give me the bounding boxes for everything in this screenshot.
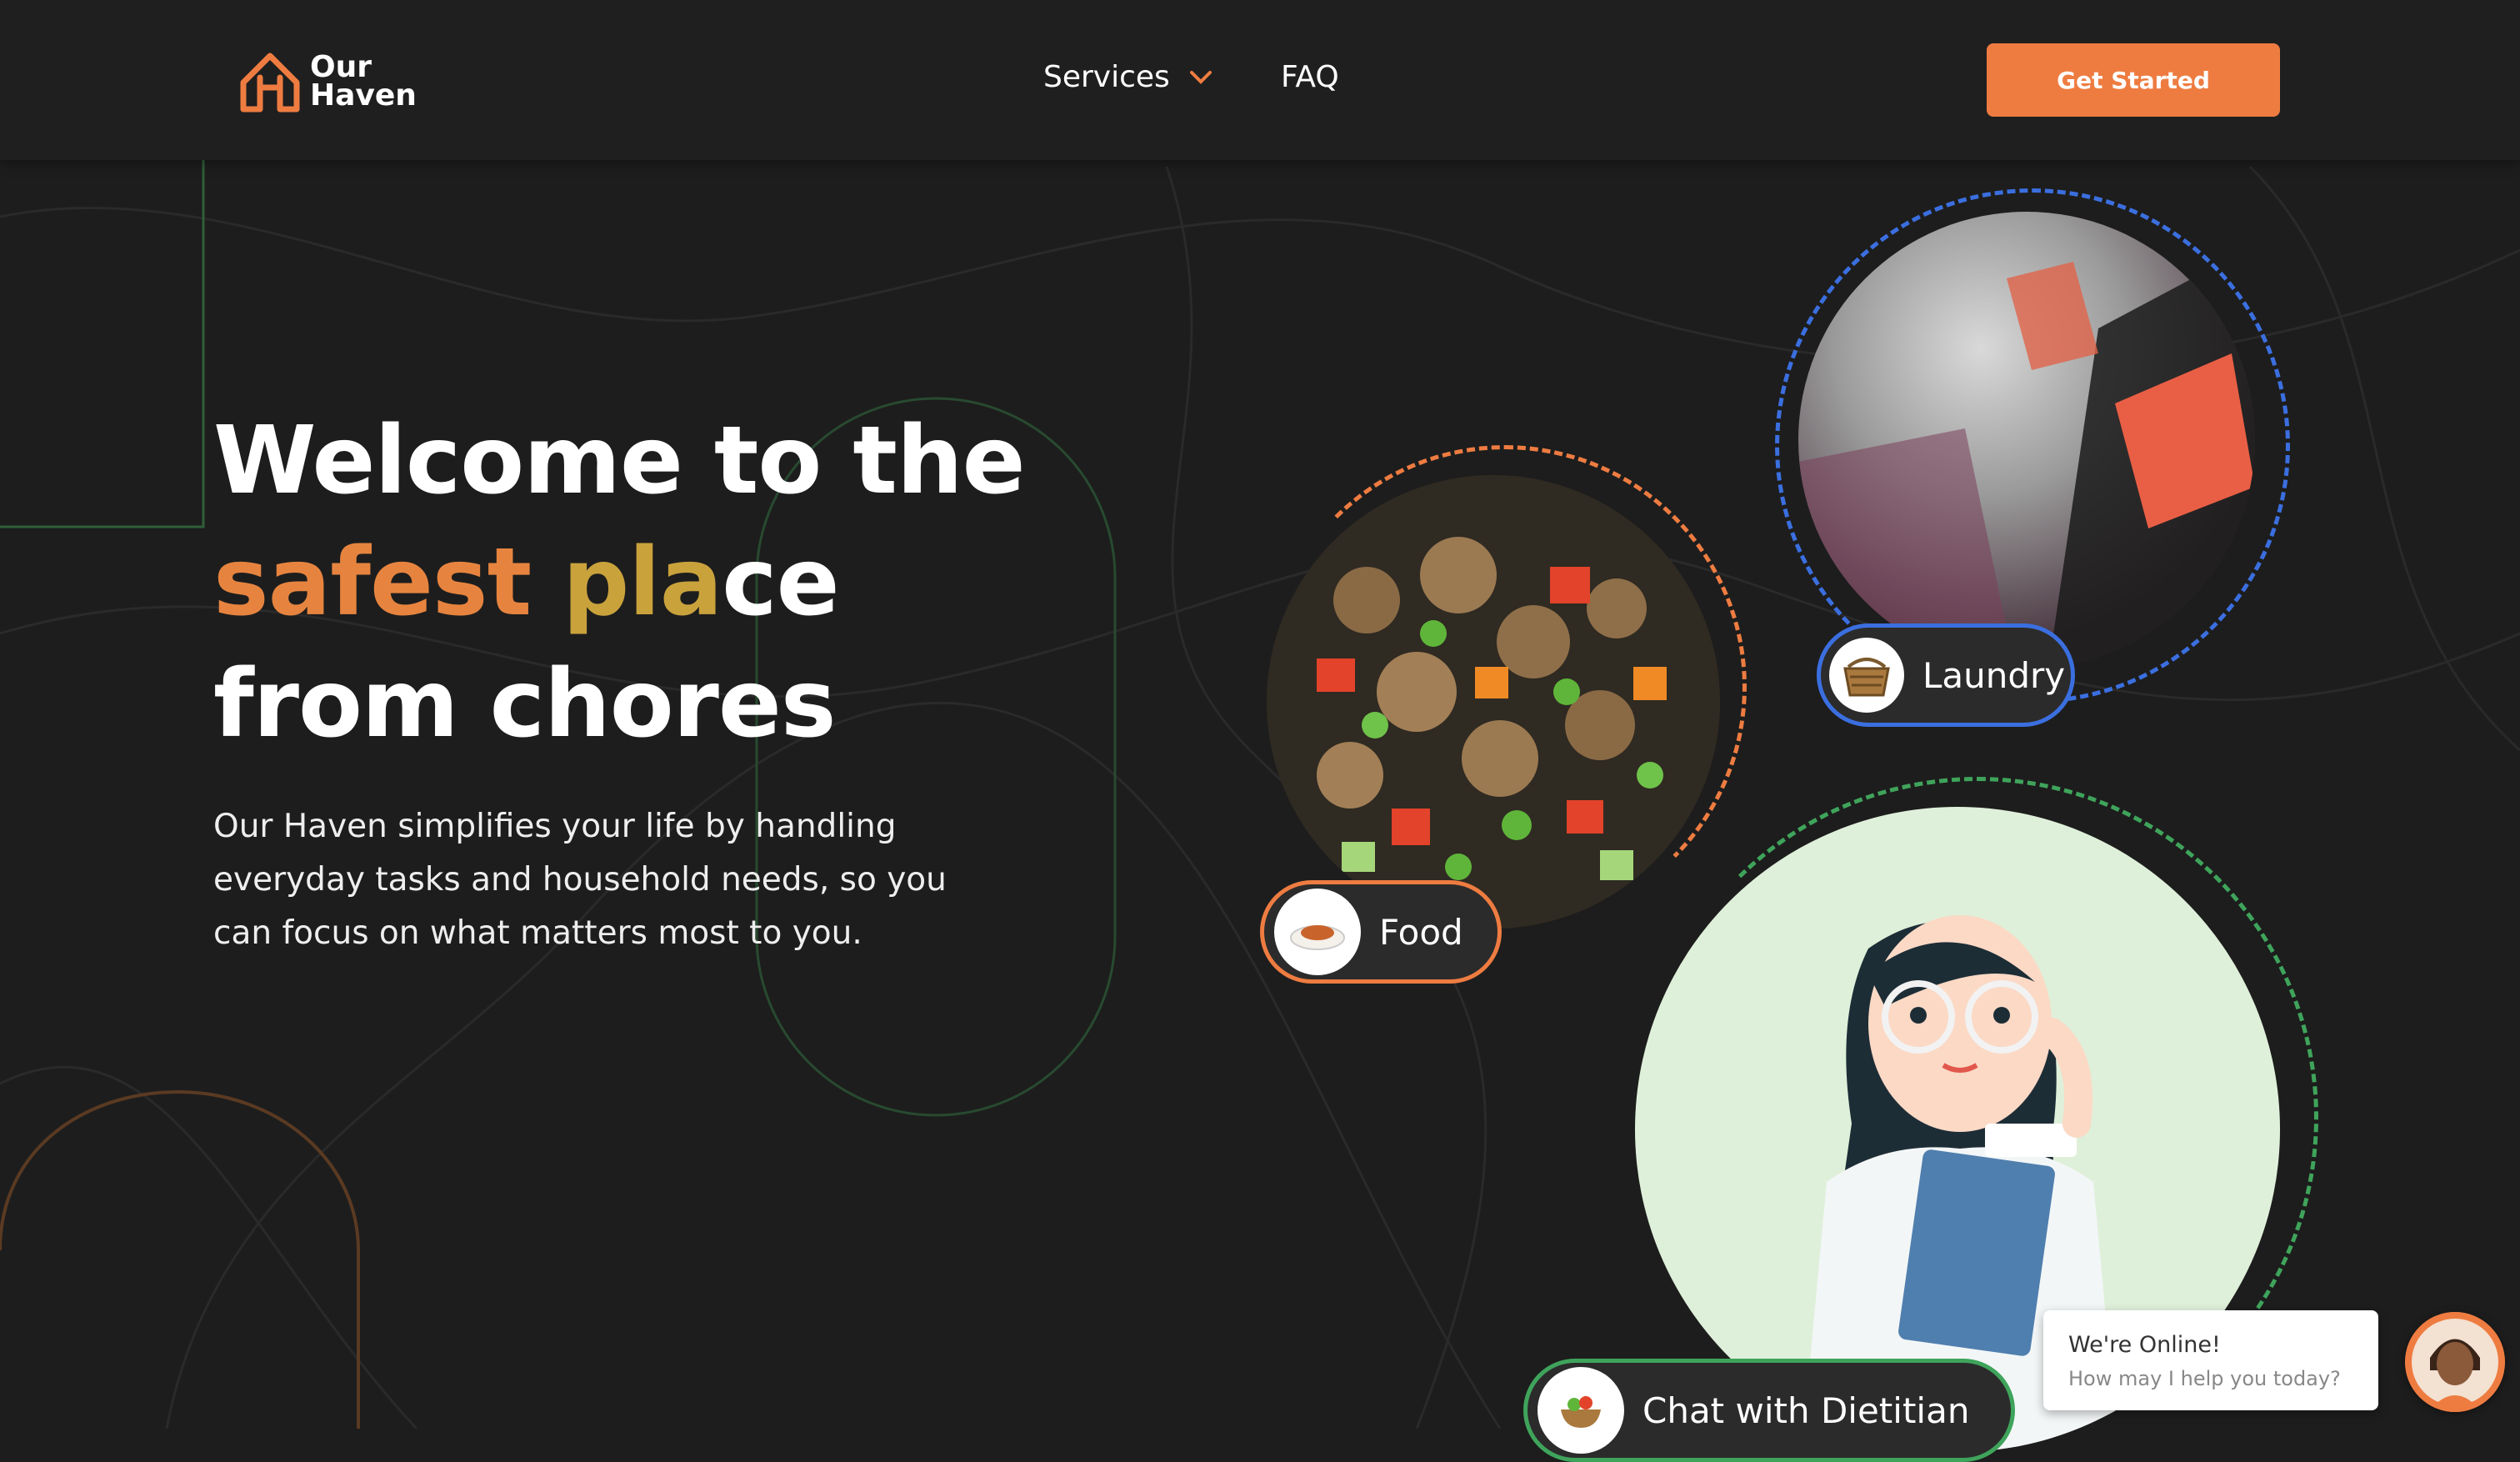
hero-line-2: safest place [213, 522, 1130, 643]
brand-name: Our Haven [310, 50, 417, 113]
hero-description: Our Haven simplifies your life by handli… [213, 808, 947, 952]
laundry-service-label: Laundry [1922, 654, 2066, 696]
hero-line-2-rest: ce [722, 528, 839, 637]
salad-icon [1538, 1367, 1624, 1454]
food-service-label: Food [1379, 911, 1463, 953]
laundry-image [1798, 212, 2255, 668]
laundry-service-pill[interactable]: Laundry [1817, 623, 2075, 727]
brand-name-line2: Haven [310, 78, 417, 113]
nav-faq[interactable]: FAQ [1281, 60, 1339, 94]
chat-agent-avatar[interactable] [2405, 1312, 2505, 1412]
chat-greeting-bubble[interactable]: We're Online! How may I help you today? [2043, 1310, 2378, 1410]
brand-name-line1: Our [310, 50, 372, 84]
dietitian-service-label: Chat with Dietitian [1642, 1389, 1970, 1431]
dietitian-service-pill[interactable]: Chat with Dietitian [1523, 1359, 2015, 1462]
house-logo-icon [240, 53, 300, 113]
hero-line-3: from chores [213, 650, 837, 759]
get-started-button[interactable]: Get Started [1987, 43, 2280, 117]
hero-highlight-orange: safest [213, 528, 563, 637]
hero-highlight-gold: pla [562, 528, 722, 637]
nav-services[interactable]: Services [1043, 60, 1213, 94]
hero-line-1: Welcome to the [213, 407, 1026, 515]
brand-logo[interactable]: Our Haven [238, 47, 422, 117]
hero-heading: Welcome to the safest place from chores [213, 400, 1130, 765]
food-image [1267, 475, 1720, 929]
laundry-basket-icon [1829, 638, 1904, 713]
site-header: Our Haven Services FAQ Get Started [0, 0, 2520, 160]
food-service-pill[interactable]: Food [1260, 880, 1502, 984]
nav-services-label: Services [1043, 60, 1170, 94]
nav-faq-label: FAQ [1281, 60, 1339, 94]
food-plate-icon [1274, 889, 1361, 975]
chat-status-text: We're Online! [2068, 1332, 2221, 1358]
chat-prompt-text: How may I help you today? [2068, 1367, 2341, 1390]
chevron-down-icon [1189, 70, 1212, 84]
